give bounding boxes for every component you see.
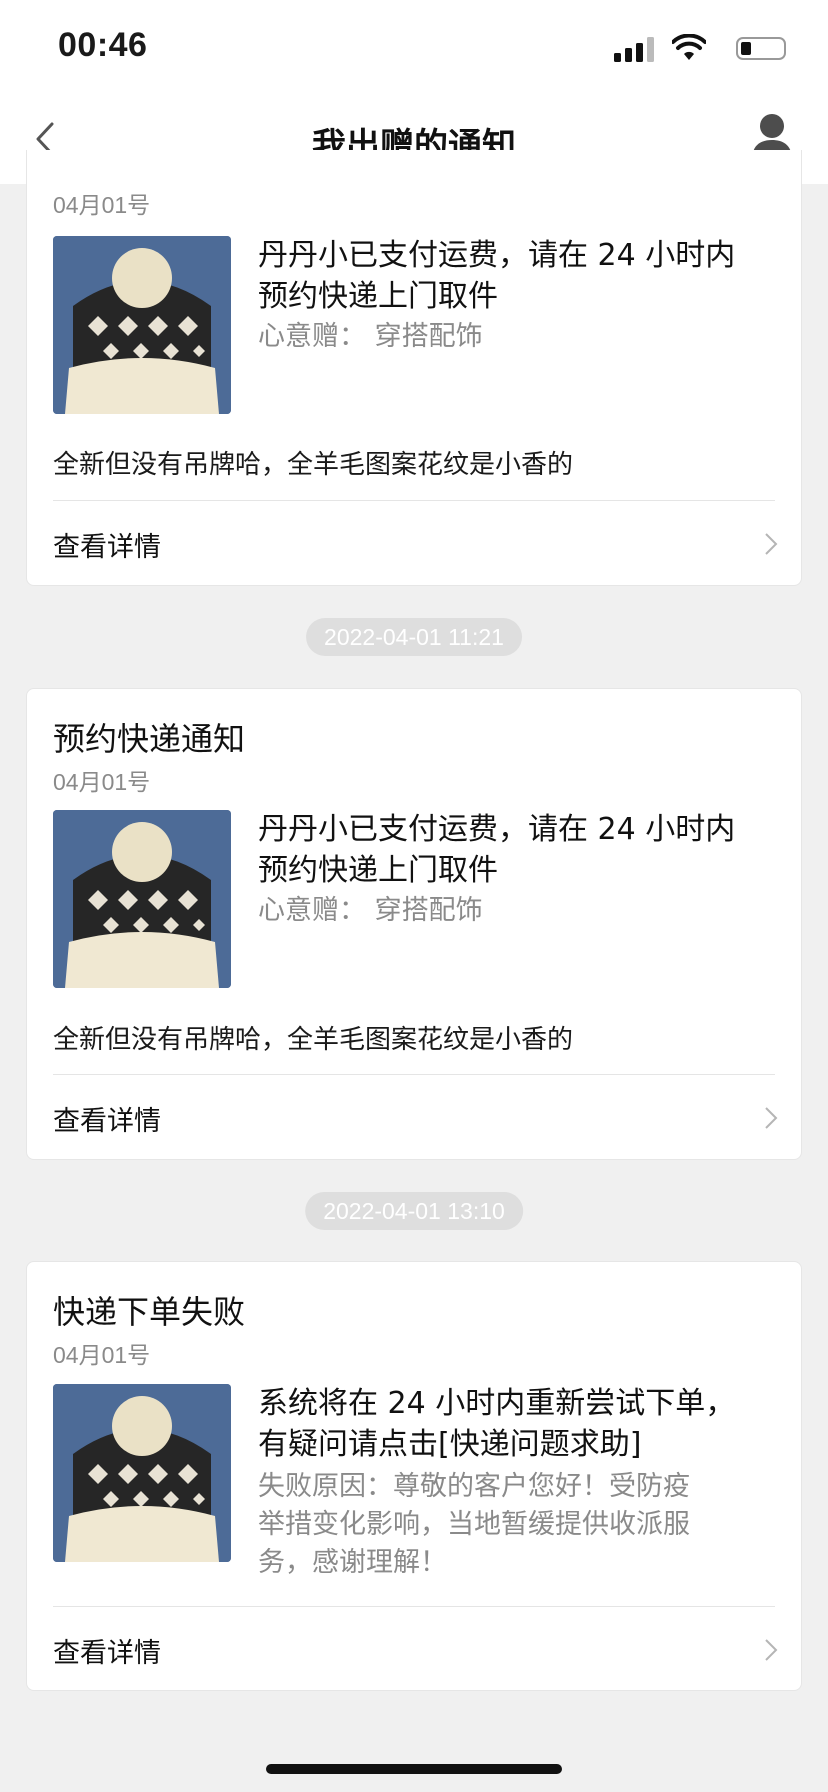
- notification-card: 04月01号 丹丹小已支付运费，请在 24 小时内 预约快递上门取件 心意赠： …: [26, 150, 802, 586]
- card-date: 04月01号: [53, 769, 151, 795]
- notification-main-text: 丹丹小已支付运费，请在 24 小时内 预约快递上门取件: [258, 809, 778, 891]
- main-text-line: 预约快递上门取件: [258, 279, 498, 314]
- notification-card: 预约快递通知 04月01号 丹丹小已支付运费，请在 24 小时内 预约快递上门取…: [26, 688, 802, 1160]
- view-details-label: 查看详情: [53, 532, 161, 563]
- timestamp-badge: 2022-04-01 11:21: [306, 618, 522, 656]
- status-bar: 00:46: [0, 0, 828, 96]
- sub-text-line: 心意赠： 穿搭配饰: [258, 895, 483, 926]
- view-details-button[interactable]: 查看详情: [27, 1075, 801, 1159]
- card-date: 04月01号: [53, 1342, 151, 1368]
- notification-sub-text: 心意赠： 穿搭配饰: [258, 318, 778, 356]
- main-text-line: 预约快递上门取件: [258, 853, 498, 888]
- beanie-hat-thumbnail[interactable]: [53, 810, 231, 988]
- main-text-line: 系统将在 24 小时内重新尝试下单，: [258, 1386, 736, 1421]
- beanie-hat-thumbnail[interactable]: [53, 236, 231, 414]
- main-text-line: 丹丹小已支付运费，请在 24 小时内: [258, 812, 736, 847]
- view-details-button[interactable]: 查看详情: [27, 1607, 801, 1690]
- item-description: 全新但没有吊牌哈，全羊毛图案花纹是小香的: [53, 450, 574, 480]
- sub-text-line: 心意赠： 穿搭配饰: [258, 321, 483, 352]
- home-indicator[interactable]: [266, 1764, 562, 1774]
- wifi-icon: [672, 34, 706, 60]
- chevron-right-icon: [765, 1639, 778, 1661]
- main-text-line: 有疑问请点击[快递问题求助]: [258, 1427, 642, 1462]
- card-title: 预约快递通知: [53, 720, 246, 758]
- chevron-right-icon: [765, 1107, 778, 1129]
- sub-text-line: 务，感谢理解！: [258, 1547, 447, 1578]
- view-details-label: 查看详情: [53, 1106, 161, 1137]
- notification-main-text: 丹丹小已支付运费，请在 24 小时内 预约快递上门取件: [258, 235, 778, 317]
- view-details-label: 查看详情: [53, 1638, 161, 1669]
- main-text-line: 丹丹小已支付运费，请在 24 小时内: [258, 238, 736, 273]
- status-icons: [594, 34, 794, 64]
- notification-card: 快递下单失败 04月01号 系统将在 24 小时内重新尝试下单， 有疑问请点击[…: [26, 1261, 802, 1691]
- sub-text-line: 举措变化影响，当地暂缓提供收派服: [258, 1509, 690, 1540]
- beanie-hat-thumbnail[interactable]: [53, 1384, 231, 1562]
- battery-icon: [736, 37, 786, 60]
- timestamp-badge: 2022-04-01 13:10: [305, 1192, 523, 1230]
- status-time: 00:46: [58, 26, 148, 64]
- notification-sub-text: 失败原因：尊敬的客户您好！受防疫 举措变化影响，当地暂缓提供收派服 务，感谢理解…: [258, 1468, 778, 1582]
- notification-sub-text: 心意赠： 穿搭配饰: [258, 892, 778, 930]
- notification-main-text: 系统将在 24 小时内重新尝试下单， 有疑问请点击[快递问题求助]: [258, 1383, 778, 1465]
- chevron-right-icon: [765, 533, 778, 555]
- view-details-button[interactable]: 查看详情: [27, 501, 801, 585]
- item-description: 全新但没有吊牌哈，全羊毛图案花纹是小香的: [53, 1025, 574, 1055]
- card-date: 04月01号: [53, 192, 151, 218]
- sub-text-line: 失败原因：尊敬的客户您好！受防疫: [258, 1471, 690, 1502]
- card-title: 快递下单失败: [53, 1293, 246, 1331]
- signal-icon: [614, 36, 654, 62]
